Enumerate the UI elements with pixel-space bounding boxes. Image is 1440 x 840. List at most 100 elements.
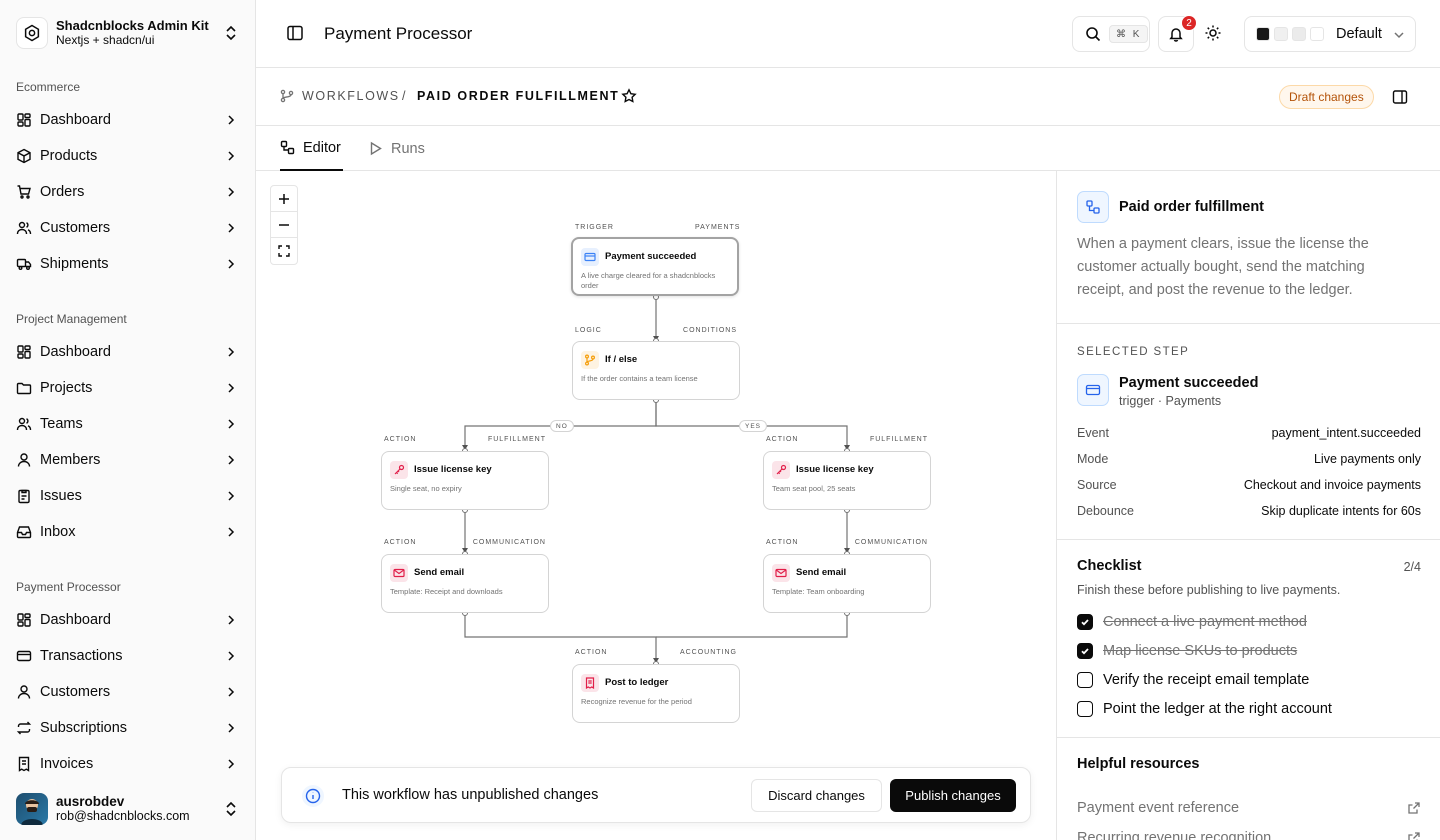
tab-editor-label: Editor bbox=[303, 139, 341, 156]
workflow-node-if-else[interactable]: If / else If the order contains a team l… bbox=[572, 341, 740, 400]
chevron-right-icon bbox=[224, 417, 238, 431]
search-button[interactable]: ⌘ K bbox=[1072, 16, 1150, 52]
receipt-icon bbox=[16, 756, 32, 772]
node-title: Send email bbox=[414, 567, 465, 578]
checklist-item-label: Map license SKUs to products bbox=[1103, 643, 1298, 659]
selected-step-subtitle: trigger · Payments bbox=[1119, 394, 1222, 408]
checkbox-unchecked[interactable] bbox=[1077, 672, 1093, 688]
sidebar-item-label: Invoices bbox=[40, 756, 94, 772]
edge-label-no: NO bbox=[550, 420, 574, 432]
workflow-node-issue-license-team[interactable]: Issue license key Team seat pool, 25 sea… bbox=[763, 451, 931, 510]
sidebar-item-dashboard[interactable]: Dashboard bbox=[8, 604, 248, 636]
node-tag: FULFILLMENT bbox=[487, 436, 546, 443]
sun-icon[interactable] bbox=[1204, 24, 1222, 42]
chevrons-up-down-icon bbox=[224, 801, 238, 817]
panel-toggle-icon[interactable] bbox=[1392, 89, 1408, 105]
notifications-button[interactable]: 2 bbox=[1158, 15, 1197, 52]
brand-subtitle: Nextjs + shadcn/ui bbox=[56, 33, 155, 47]
brand-title: Shadcnblocks Admin Kit bbox=[56, 18, 209, 33]
checklist-item[interactable]: Verify the receipt email template bbox=[1077, 671, 1309, 689]
workflow-node-issue-license-single[interactable]: Issue license key Single seat, no expiry bbox=[381, 451, 549, 510]
brand-logo-icon bbox=[16, 17, 48, 49]
prop-value: Checkout and invoice payments bbox=[1243, 478, 1421, 492]
checkbox-checked[interactable] bbox=[1077, 614, 1093, 630]
node-tag: FULFILLMENT bbox=[869, 436, 928, 443]
node-title: Payment succeeded bbox=[605, 251, 697, 262]
prop-value: payment_intent.succeeded bbox=[1271, 426, 1421, 440]
tab-editor[interactable]: Editor bbox=[280, 126, 343, 171]
workspace-switcher[interactable]: Shadcnblocks Admin Kit Nextjs + shadcn/u… bbox=[8, 10, 248, 56]
discard-changes-button[interactable]: Discard changes bbox=[751, 779, 882, 812]
external-link-icon[interactable] bbox=[1407, 831, 1421, 840]
workflow-canvas[interactable]: NO YES TRIGGER PAYMENTS Payment succeede… bbox=[256, 171, 1056, 840]
sidebar-group-label: Payment Processor bbox=[16, 580, 121, 594]
node-category: ACTION bbox=[384, 436, 417, 443]
sidebar-item-dashboard[interactable]: Dashboard bbox=[8, 104, 248, 136]
chevron-right-icon bbox=[224, 649, 238, 663]
sidebar-item-members[interactable]: Members bbox=[8, 444, 248, 476]
credit-card-icon bbox=[16, 648, 32, 664]
checklist-section: Checklist 2/4 Finish these before publis… bbox=[1057, 540, 1440, 738]
chevron-right-icon bbox=[224, 721, 238, 735]
resource-link[interactable]: Recurring revenue recognition bbox=[1077, 830, 1271, 840]
prop-value: Skip duplicate intents for 60s bbox=[1261, 504, 1421, 518]
checkbox-unchecked[interactable] bbox=[1077, 701, 1093, 717]
editor-icon bbox=[280, 140, 295, 155]
breadcrumb-workflows-link[interactable]: WORKFLOWS bbox=[302, 89, 400, 103]
star-icon[interactable] bbox=[621, 88, 637, 104]
sidebar-item-customers[interactable]: Customers bbox=[8, 212, 248, 244]
node-description: A live charge cleared for a shadcnblocks… bbox=[581, 271, 716, 290]
chevron-right-icon bbox=[224, 185, 238, 199]
sidebar-item-issues[interactable]: Issues bbox=[8, 480, 248, 512]
checklist-item[interactable]: Map license SKUs to products bbox=[1077, 642, 1297, 660]
sidebar-item-transactions[interactable]: Transactions bbox=[8, 640, 248, 672]
truck-icon bbox=[16, 256, 32, 272]
workflow-node-payment-succeeded[interactable]: Payment succeeded A live charge cleared … bbox=[571, 237, 739, 296]
node-description: Team seat pool, 25 seats bbox=[772, 484, 856, 493]
chevron-right-icon bbox=[224, 489, 238, 503]
sidebar-item-invoices[interactable]: Invoices bbox=[8, 748, 248, 780]
sidebar-item-label: Transactions bbox=[40, 648, 123, 664]
sidebar-item-dashboard[interactable]: Dashboard bbox=[8, 336, 248, 368]
workflow-node-post-to-ledger[interactable]: Post to ledger Recognize revenue for the… bbox=[572, 664, 740, 723]
checklist-item[interactable]: Point the ledger at the right account bbox=[1077, 700, 1332, 718]
sidebar-item-inbox[interactable]: Inbox bbox=[8, 516, 248, 548]
sidebar-group-label: Project Management bbox=[16, 312, 127, 326]
user-menu[interactable]: ausrobdev rob@shadcnblocks.com bbox=[8, 788, 248, 830]
resource-link[interactable]: Payment event reference bbox=[1077, 800, 1239, 816]
prop-key: Source bbox=[1077, 478, 1117, 492]
selected-step-section: SELECTED STEP Payment succeeded trigger … bbox=[1057, 324, 1440, 540]
chevron-right-icon bbox=[224, 685, 238, 699]
sidebar-item-subscriptions[interactable]: Subscriptions bbox=[8, 712, 248, 744]
page-title: Payment Processor bbox=[324, 24, 473, 43]
top-header: Payment Processor ⌘ K 2 Default bbox=[256, 0, 1440, 68]
workflow-node-send-email-receipt[interactable]: Send email Template: Receipt and downloa… bbox=[381, 554, 549, 613]
theme-label: Default bbox=[1336, 26, 1382, 42]
node-description: Template: Receipt and downloads bbox=[390, 587, 503, 596]
publish-changes-button[interactable]: Publish changes bbox=[890, 779, 1016, 812]
sidebar-item-products[interactable]: Products bbox=[8, 140, 248, 172]
search-shortcut: ⌘ K bbox=[1109, 25, 1149, 43]
chevron-right-icon bbox=[224, 345, 238, 359]
sidebar-item-projects[interactable]: Projects bbox=[8, 372, 248, 404]
sidebar-item-orders[interactable]: Orders bbox=[8, 176, 248, 208]
sidebar-item-customers[interactable]: Customers bbox=[8, 676, 248, 708]
sidebar-item-teams[interactable]: Teams bbox=[8, 408, 248, 440]
sidebar-toggle-icon[interactable] bbox=[286, 24, 304, 42]
breadcrumb-current: PAID ORDER FULFILLMENT bbox=[417, 89, 620, 103]
chevron-right-icon bbox=[224, 525, 238, 539]
tab-runs[interactable]: Runs bbox=[368, 126, 425, 171]
checkbox-checked[interactable] bbox=[1077, 643, 1093, 659]
checklist-title: Checklist bbox=[1077, 558, 1142, 574]
workflow-icon bbox=[1077, 191, 1109, 223]
prop-key: Event bbox=[1077, 426, 1109, 440]
theme-select[interactable]: Default bbox=[1244, 16, 1416, 52]
external-link-icon[interactable] bbox=[1407, 801, 1421, 815]
node-title: Issue license key bbox=[414, 464, 492, 475]
checklist-item[interactable]: Connect a live payment method bbox=[1077, 613, 1307, 631]
node-category: ACTION bbox=[384, 539, 417, 546]
workflow-node-send-email-onboarding[interactable]: Send email Template: Team onboarding bbox=[763, 554, 931, 613]
edge bbox=[656, 613, 848, 638]
sidebar-item-shipments[interactable]: Shipments bbox=[8, 248, 248, 280]
node-category: ACTION bbox=[575, 649, 608, 656]
